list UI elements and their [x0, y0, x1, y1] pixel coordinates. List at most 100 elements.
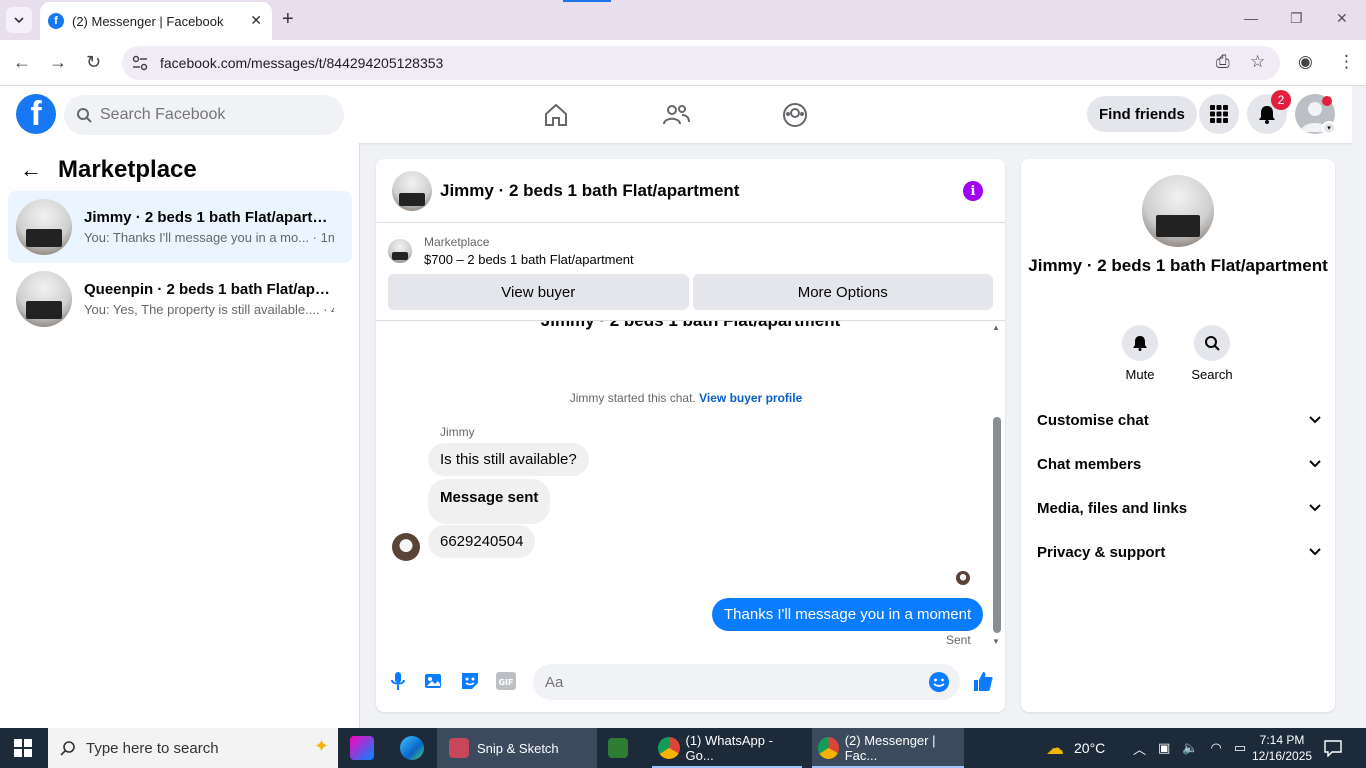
listing-summary[interactable]: Marketplace $700 – 2 beds 1 bath Flat/ap… [376, 223, 1005, 269]
incoming-message[interactable]: 6629240504 [428, 525, 536, 558]
listing-price: $700 – 2 beds 1 bath Flat/apartment [424, 252, 634, 267]
forward-icon[interactable]: → [49, 52, 67, 73]
grid-menu-icon [1210, 105, 1228, 123]
restore-icon[interactable]: ❐ [1290, 10, 1303, 27]
listing-small-thumbnail [388, 239, 412, 263]
sender-avatar[interactable] [392, 533, 420, 561]
windows-logo-icon [14, 739, 32, 757]
account-chevron-icon[interactable]: ▾ [1322, 121, 1336, 135]
search-conversation-button[interactable]: Search [1182, 325, 1242, 382]
chrome-icon [818, 737, 839, 759]
tab-messenger[interactable]: f (2) Messenger | Facebook ✕ [40, 2, 272, 40]
outgoing-message[interactable]: Thanks I'll message you in a moment [712, 598, 984, 631]
weather-widget[interactable]: ☁ 20°C [1046, 728, 1105, 768]
close-window-icon[interactable]: ✕ [1336, 10, 1348, 27]
reload-icon[interactable]: ↻ [86, 52, 101, 73]
taskbar-search-placeholder: Type here to search [86, 739, 219, 757]
listing-profile-picture[interactable] [1142, 175, 1214, 247]
chat-members-section[interactable]: Chat members [1037, 444, 1321, 484]
chrome-whatsapp-window[interactable]: (1) WhatsApp - Go... [652, 728, 802, 768]
section-label: Media, files and links [1037, 499, 1188, 517]
listing-thumbnail [16, 199, 72, 255]
conversation-snippet: You: Yes, The property is still availabl… [84, 302, 334, 317]
groups-nav[interactable] [775, 98, 815, 132]
back-arrow-icon[interactable]: ← [20, 157, 42, 183]
site-settings-icon[interactable] [132, 55, 148, 71]
facebook-search-input[interactable] [100, 106, 320, 124]
microphone-icon[interactable] [386, 669, 410, 693]
taskbar-search[interactable]: Type here to search ✦ [48, 728, 338, 768]
menu-button[interactable] [1199, 94, 1239, 134]
privacy-support-section[interactable]: Privacy & support [1037, 532, 1321, 572]
mute-button[interactable]: Mute [1110, 325, 1170, 382]
new-tab-button[interactable]: + [282, 8, 294, 31]
find-friends-button[interactable]: Find friends [1087, 96, 1197, 132]
browser-menu-icon[interactable]: ⋮ [1338, 52, 1355, 72]
back-icon[interactable]: ← [13, 52, 31, 73]
panel-title: Marketplace [58, 156, 197, 183]
facebook-search[interactable] [64, 95, 344, 135]
conversation-item[interactable]: Queenpin · 2 beds 1 bath Flat/apar... Yo… [8, 263, 352, 335]
more-options-button[interactable]: More Options [692, 274, 993, 310]
search-icon [77, 108, 92, 123]
tab-close-icon[interactable]: ✕ [250, 12, 262, 29]
like-icon[interactable] [971, 669, 995, 693]
tab-search-button[interactable] [6, 7, 32, 33]
search-icon [60, 741, 75, 756]
view-buyer-profile-link[interactable]: View buyer profile [699, 391, 802, 405]
incoming-message[interactable]: Is this still available? [428, 443, 589, 476]
chat-title[interactable]: Jimmy · 2 beds 1 bath Flat/apartment [440, 181, 739, 201]
snip-sketch-app[interactable]: Snip & Sketch [437, 728, 597, 768]
seen-avatar [956, 571, 970, 585]
bell-icon [1133, 336, 1147, 351]
page-scrollbar[interactable] [1352, 86, 1366, 728]
facebook-logo[interactable]: f [16, 94, 56, 134]
message-field[interactable] [545, 673, 905, 691]
gif-icon[interactable]: GIF [494, 669, 518, 693]
weather-icon: ☁ [1046, 737, 1064, 758]
install-app-icon[interactable]: ⎙ [1216, 52, 1230, 72]
url-text[interactable]: facebook.com/messages/t/844294205128353 [160, 55, 443, 71]
notification-center-icon[interactable] [1324, 728, 1342, 768]
svg-text:GIF: GIF [498, 678, 513, 687]
edge-app[interactable] [400, 728, 424, 768]
view-buyer-button[interactable]: View buyer [388, 274, 689, 310]
chrome-messenger-window[interactable]: (2) Messenger | Fac... [812, 728, 964, 768]
scroll-up-icon[interactable]: ▲ [992, 323, 1000, 332]
customise-chat-section[interactable]: Customise chat [1037, 400, 1321, 440]
chrome-icon [658, 737, 680, 759]
bookmark-star-icon[interactable]: ☆ [1250, 52, 1265, 72]
thread-header-title: Jimmy · 2 beds 1 bath Flat/apartment [376, 321, 1005, 331]
media-files-links-section[interactable]: Media, files and links [1037, 488, 1321, 528]
thread-scrollbar[interactable]: ▲ ▼ [990, 321, 1002, 649]
chat-avatar[interactable] [392, 170, 432, 211]
incoming-message[interactable]: Message sent [428, 479, 551, 524]
message-input[interactable] [533, 664, 960, 700]
info-icon[interactable]: i [963, 181, 983, 201]
listing-thumbnail [16, 271, 72, 327]
photo-icon[interactable] [422, 669, 446, 693]
chat-details-panel: Jimmy · 2 beds 1 bath Flat/apartment Mut… [1021, 159, 1335, 712]
start-button[interactable] [14, 728, 32, 768]
scroll-down-icon[interactable]: ▼ [992, 637, 1000, 646]
minimize-icon[interactable]: — [1244, 10, 1258, 26]
spreadsheet-app[interactable] [608, 728, 628, 768]
meet-now-icon[interactable]: ▣ [1158, 740, 1170, 756]
friends-nav[interactable] [656, 98, 696, 132]
clock[interactable]: 7:14 PM 12/16/2025 [1252, 728, 1312, 768]
clock-date: 12/16/2025 [1252, 749, 1313, 763]
profile-icon[interactable]: ◉ [1298, 52, 1313, 72]
emoji-icon[interactable] [928, 671, 950, 693]
chevron-up-icon[interactable]: ︿ [1133, 739, 1146, 758]
omnibox[interactable]: facebook.com/messages/t/844294205128353 [122, 46, 1280, 80]
battery-icon[interactable]: ▭ [1234, 740, 1246, 756]
message-thread: Jimmy · 2 beds 1 bath Flat/apartment Jim… [376, 321, 1005, 649]
sticker-icon[interactable] [458, 669, 482, 693]
friends-icon [663, 105, 690, 125]
volume-icon[interactable]: 🔈 [1182, 740, 1198, 756]
scrollbar-thumb[interactable] [993, 417, 1001, 633]
copilot-app[interactable] [350, 728, 374, 768]
conversation-item[interactable]: Jimmy · 2 beds 1 bath Flat/apartm... You… [8, 191, 352, 263]
home-nav[interactable] [536, 98, 576, 132]
wifi-icon[interactable]: ◠ [1211, 740, 1222, 756]
